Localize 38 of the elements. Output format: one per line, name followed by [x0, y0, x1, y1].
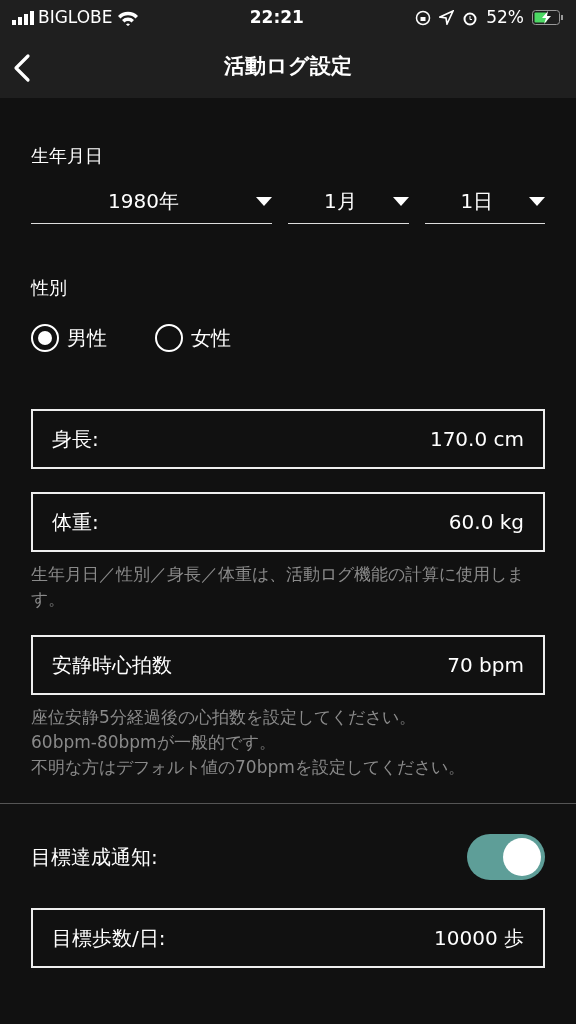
field-label: 目標歩数/日:	[52, 925, 166, 953]
field-value: 10000 歩	[434, 925, 524, 953]
battery-icon	[532, 10, 564, 25]
location-icon	[439, 10, 455, 25]
caret-icon	[529, 196, 545, 206]
section-label: 生年月日	[31, 144, 104, 168]
page-title: 活動ログ設定	[224, 52, 352, 80]
back-button[interactable]	[12, 53, 32, 83]
radio-button[interactable]	[31, 324, 59, 352]
signal-icon	[12, 10, 34, 25]
clock-time: 22:21	[249, 5, 304, 29]
dropdown-select[interactable]: 1980年	[31, 179, 272, 224]
battery-percent: 52%	[486, 5, 524, 29]
dropdown-select[interactable]: 1日	[424, 179, 545, 224]
help-text: 座位安静5分経過後の心拍数を設定してください。 60bpm-80bpmが一般的です。 不明な方はデフォルト値の70bpmを設定してください。	[31, 706, 466, 779]
toggle-switch[interactable]	[467, 834, 545, 881]
rotation-lock-icon	[415, 9, 432, 26]
field-value: 60.0 kg	[448, 509, 524, 536]
caret-icon	[256, 196, 272, 206]
dropdown-select[interactable]: 1月	[288, 179, 409, 224]
radio-label: 女性	[191, 325, 231, 352]
caret-icon	[392, 196, 409, 206]
field-value: 170.0 cm	[429, 426, 524, 453]
field-label: 身長:	[52, 426, 99, 453]
radio-button[interactable]	[155, 324, 183, 352]
field-label: 体重:	[52, 509, 99, 536]
field-label: 安静時心拍数	[52, 652, 172, 680]
input-field[interactable]: 安静時心拍数 70 bpm	[31, 635, 545, 696]
wifi-icon	[116, 9, 139, 26]
field-value: 70 bpm	[447, 652, 524, 680]
radio-label: 男性	[67, 325, 107, 352]
input-field[interactable]: 目標歩数/日: 10000 歩	[31, 908, 545, 969]
toggle-label: 目標達成通知:	[31, 844, 158, 872]
carrier-name: BIGLOBE	[38, 5, 113, 29]
help-text: 生年月日／性別／身長／体重は、活動ログ機能の計算に使用します。	[31, 563, 525, 611]
input-field[interactable]: 体重: 60.0 kg	[31, 492, 545, 552]
input-field[interactable]: 身長: 170.0 cm	[31, 409, 545, 469]
section-label: 性別	[31, 276, 68, 300]
